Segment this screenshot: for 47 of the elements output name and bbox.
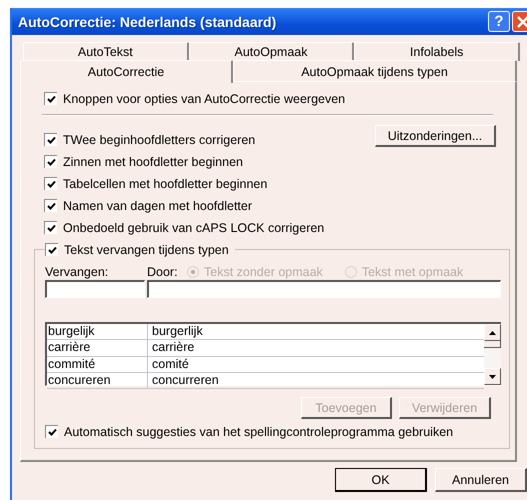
- table-cell: carrière: [47, 340, 148, 356]
- checkbox-label: Tabelcellen met hoofdletter beginnen: [63, 176, 268, 190]
- window-title: AutoCorrectie: Nederlands (standaard): [18, 14, 278, 30]
- checkbox[interactable]: [45, 425, 58, 438]
- checkbox[interactable]: [44, 177, 57, 190]
- table-cell-text: comité: [151, 356, 189, 372]
- checkbox[interactable]: [44, 199, 57, 212]
- down-arrow-icon: [489, 374, 496, 378]
- help-button[interactable]: ?: [488, 11, 510, 32]
- table-cell-text: carrière: [151, 340, 194, 356]
- checkbox[interactable]: [45, 243, 58, 256]
- replace-field[interactable]: [45, 280, 145, 298]
- tab[interactable]: AutoOpmaak tijdens typen: [233, 60, 517, 82]
- scrollbar[interactable]: [484, 324, 501, 385]
- checkbox-label: Automatisch suggesties van het spellingcontroleprogramma gebruiken: [64, 424, 454, 438]
- checkbox[interactable]: [44, 221, 57, 234]
- checkbox[interactable]: [44, 133, 57, 146]
- table-cell-text: burgerlijk: [151, 324, 203, 340]
- table-cell: commité: [47, 356, 148, 372]
- checkbox-label: Knoppen voor opties van AutoCorrectie weergeven: [63, 92, 346, 106]
- checkbox-label: Onbedoeld gebruik van cAPS LOCK corrigeren: [63, 220, 324, 234]
- checkbox-label: Tekst vervangen tijdens typen: [64, 242, 229, 256]
- up-arrow-icon: [489, 330, 496, 334]
- table-cell: concureren: [47, 372, 148, 388]
- radio-label: Tekst met opmaak: [362, 264, 464, 278]
- checkbox-label: TWee beginhoofdletters corrigeren: [63, 132, 256, 146]
- table-cell-text: concurreren: [151, 372, 219, 388]
- field-label: Vervangen:: [45, 264, 110, 278]
- tab[interactable]: AutoCorrectie: [20, 60, 233, 83]
- tab[interactable]: AutoTekst: [23, 42, 189, 61]
- table-cell: burgelijk: [47, 324, 148, 340]
- checkbox[interactable]: [44, 92, 57, 105]
- scroll-thumb[interactable]: [484, 341, 501, 348]
- tab[interactable]: Infolabels: [354, 42, 520, 61]
- close-icon: [516, 14, 527, 28]
- cancel-button[interactable]: Annuleren: [435, 468, 527, 492]
- checkbox-label: Zinnen met hoofdletter beginnen: [63, 154, 243, 168]
- with-field[interactable]: [147, 280, 501, 298]
- checkbox[interactable]: [44, 155, 57, 168]
- field-label: Door:: [147, 264, 179, 278]
- scroll-down-button[interactable]: [484, 368, 501, 385]
- scroll-up-button[interactable]: [484, 324, 501, 341]
- exceptions-button[interactable]: Uitzonderingen...: [375, 125, 496, 147]
- tab[interactable]: AutoOpmaak: [188, 42, 354, 61]
- ok-button[interactable]: OK: [335, 468, 427, 492]
- radio-label: Tekst zonder opmaak: [204, 264, 323, 278]
- checkbox-label: Namen van dagen met hoofdletter: [63, 198, 252, 212]
